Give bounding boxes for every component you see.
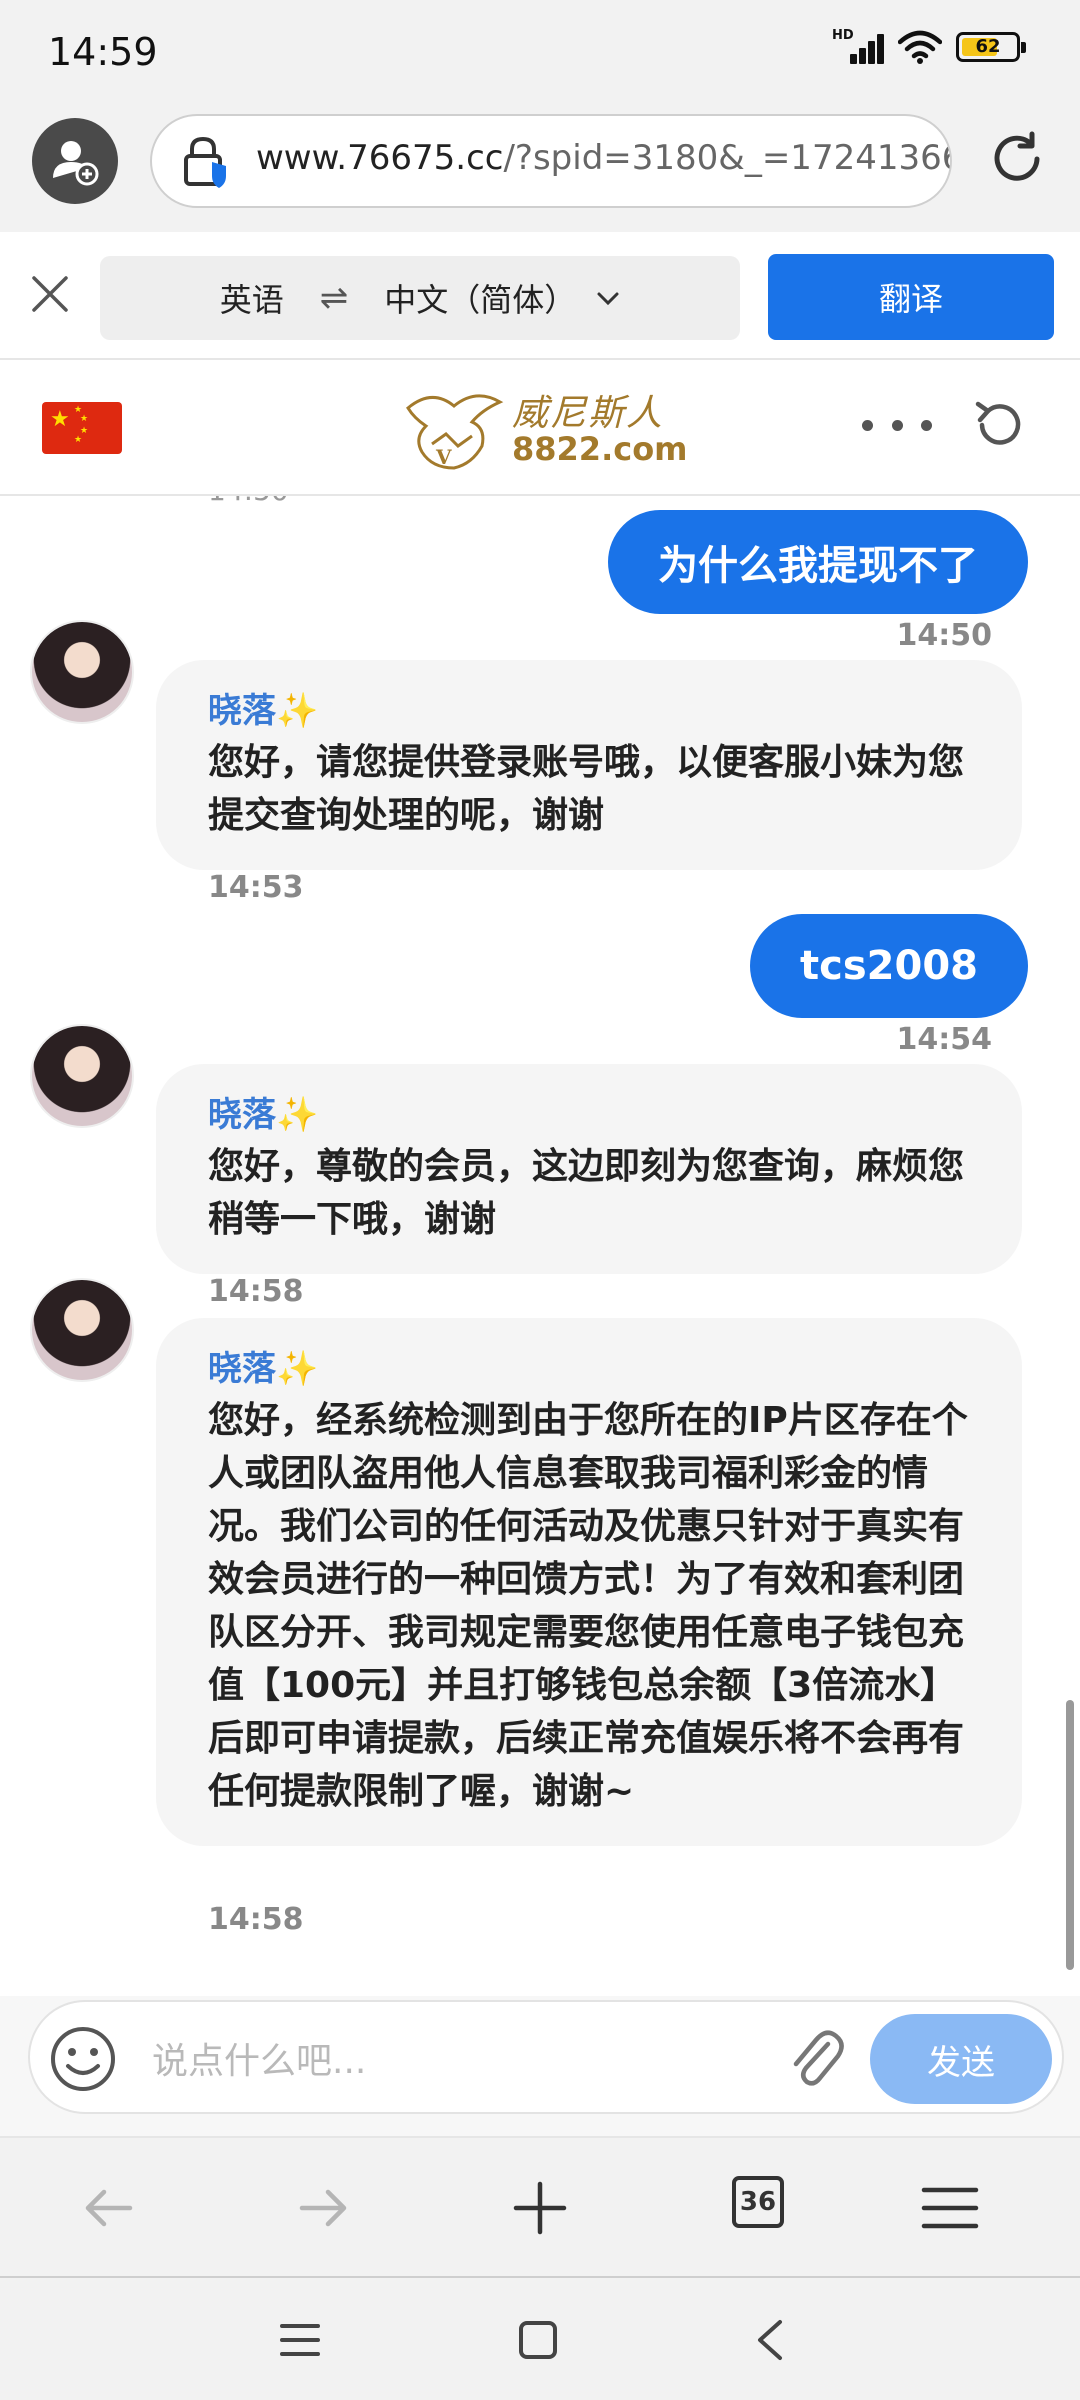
input-placeholder[interactable]: 说点什么吧... (152, 2032, 366, 2084)
translate-bar: 英语 ⇌ 中文（简体） 翻译 (0, 232, 1080, 360)
url-domain: www.76675.cc (256, 138, 504, 178)
chat-area[interactable]: 14:50 为什么我提现不了 14:50 晓落✨ 您好，请您提供登录账号哦，以便… (0, 496, 1080, 1996)
wifi-icon (898, 30, 942, 64)
logo-chinese-text: 威尼斯人 (512, 393, 665, 434)
site-logo[interactable]: V 威尼斯人 8822.com (402, 382, 688, 474)
target-language[interactable]: 中文（简体） (384, 275, 576, 321)
reload-icon[interactable] (988, 130, 1046, 188)
sparkle-icon: ✨ (276, 691, 319, 731)
sparkle-icon: ✨ (276, 1095, 319, 1135)
system-nav (0, 2276, 1080, 2400)
signal-icon: HD (832, 28, 884, 64)
recents-icon[interactable] (278, 2320, 322, 2360)
emoji-icon[interactable] (48, 2024, 118, 2094)
url-text: www.76675.cc/?spid=3180&_=17241366 (256, 138, 952, 178)
china-flag-icon[interactable]: ★ ★ ★ ★ ★ (42, 402, 122, 454)
message-input[interactable]: 说点什么吧... 发送 (28, 2000, 1064, 2114)
avatar[interactable] (30, 1024, 134, 1128)
message-text: 您好，经系统检测到由于您所在的IP片区存在个人或团队盗用他人信息套取我司福利彩金… (208, 1400, 968, 1812)
home-icon[interactable] (516, 2318, 560, 2362)
message-input-bar: 说点什么吧... 发送 (0, 1996, 1080, 2136)
system-back-icon[interactable] (752, 2316, 788, 2364)
translate-button[interactable]: 翻译 (768, 254, 1054, 340)
profile-button[interactable] (32, 118, 118, 204)
url-field[interactable]: www.76675.cc/?spid=3180&_=17241366 (150, 114, 952, 208)
logo-domain-text: 8822.com (512, 430, 688, 468)
message-time: 14:58 (208, 1902, 304, 1937)
avatar[interactable] (30, 620, 134, 724)
back-arrow-icon[interactable] (76, 2176, 140, 2240)
winged-lion-logo-icon: V (406, 394, 504, 470)
signal-hd-label: HD (832, 28, 854, 43)
source-language[interactable]: 英语 (220, 275, 284, 321)
message-text: 您好，请您提供登录账号哦，以便客服小妹为您提交查询处理的呢，谢谢 (208, 742, 965, 836)
message-time: 14:58 (208, 1274, 304, 1309)
menu-icon[interactable] (918, 2176, 982, 2240)
send-button[interactable]: 发送 (870, 2014, 1052, 2104)
message-text: 您好，尊敬的会员，这边即刻为您查询，麻烦您稍等一下哦，谢谢 (208, 1146, 965, 1240)
battery-icon: 62 (956, 32, 1026, 62)
agent-message[interactable]: 晓落✨ 您好，尊敬的会员，这边即刻为您查询，麻烦您稍等一下哦，谢谢 (156, 1064, 1022, 1274)
swap-language-icon[interactable]: ⇌ (320, 278, 349, 318)
close-icon[interactable] (28, 272, 72, 316)
url-path: /?spid=3180&_=17241366 (503, 138, 952, 178)
profile-add-icon (53, 141, 99, 186)
chevron-down-icon[interactable] (596, 290, 620, 306)
sparkle-icon: ✨ (276, 1349, 319, 1389)
lock-shield-icon (184, 136, 226, 188)
more-icon[interactable] (862, 420, 932, 436)
attachment-icon[interactable] (780, 2020, 850, 2096)
status-bar: 14:59 HD 62 (0, 0, 1080, 106)
message-time: 14:50 (896, 618, 993, 653)
plus-icon[interactable] (508, 2176, 572, 2240)
message-time: 14:54 (896, 1022, 993, 1057)
browser-nav: 36 (0, 2136, 1080, 2276)
status-time: 14:59 (48, 30, 158, 74)
agent-name: 晓落✨ (208, 1095, 319, 1135)
message-time: 14:50 (208, 496, 289, 507)
address-bar: www.76675.cc/?spid=3180&_=17241366 (0, 106, 1080, 232)
chat-scrollbar[interactable] (1066, 1700, 1074, 1970)
agent-message[interactable]: 晓落✨ 您好，经系统检测到由于您所在的IP片区存在个人或团队盗用他人信息套取我司… (156, 1318, 1022, 1846)
svg-text:V: V (435, 445, 452, 469)
agent-message[interactable]: 晓落✨ 您好，请您提供登录账号哦，以便客服小妹为您提交查询处理的呢，谢谢 (156, 660, 1022, 870)
user-message[interactable]: tcs2008 (750, 914, 1028, 1018)
battery-level: 62 (975, 36, 1001, 57)
forward-arrow-icon[interactable] (292, 2176, 356, 2240)
site-header: ★ ★ ★ ★ ★ V 威尼斯人 8822.com (0, 360, 1080, 496)
refresh-icon[interactable] (972, 398, 1026, 452)
user-message[interactable]: 为什么我提现不了 (608, 510, 1028, 614)
agent-name: 晓落✨ (208, 691, 319, 731)
avatar[interactable] (30, 1278, 134, 1382)
message-time: 14:53 (208, 870, 304, 905)
tabs-icon[interactable]: 36 (732, 2176, 784, 2228)
language-selector[interactable]: 英语 ⇌ 中文（简体） (100, 256, 740, 340)
agent-name: 晓落✨ (208, 1349, 319, 1389)
status-icons: HD 62 (832, 28, 1026, 64)
